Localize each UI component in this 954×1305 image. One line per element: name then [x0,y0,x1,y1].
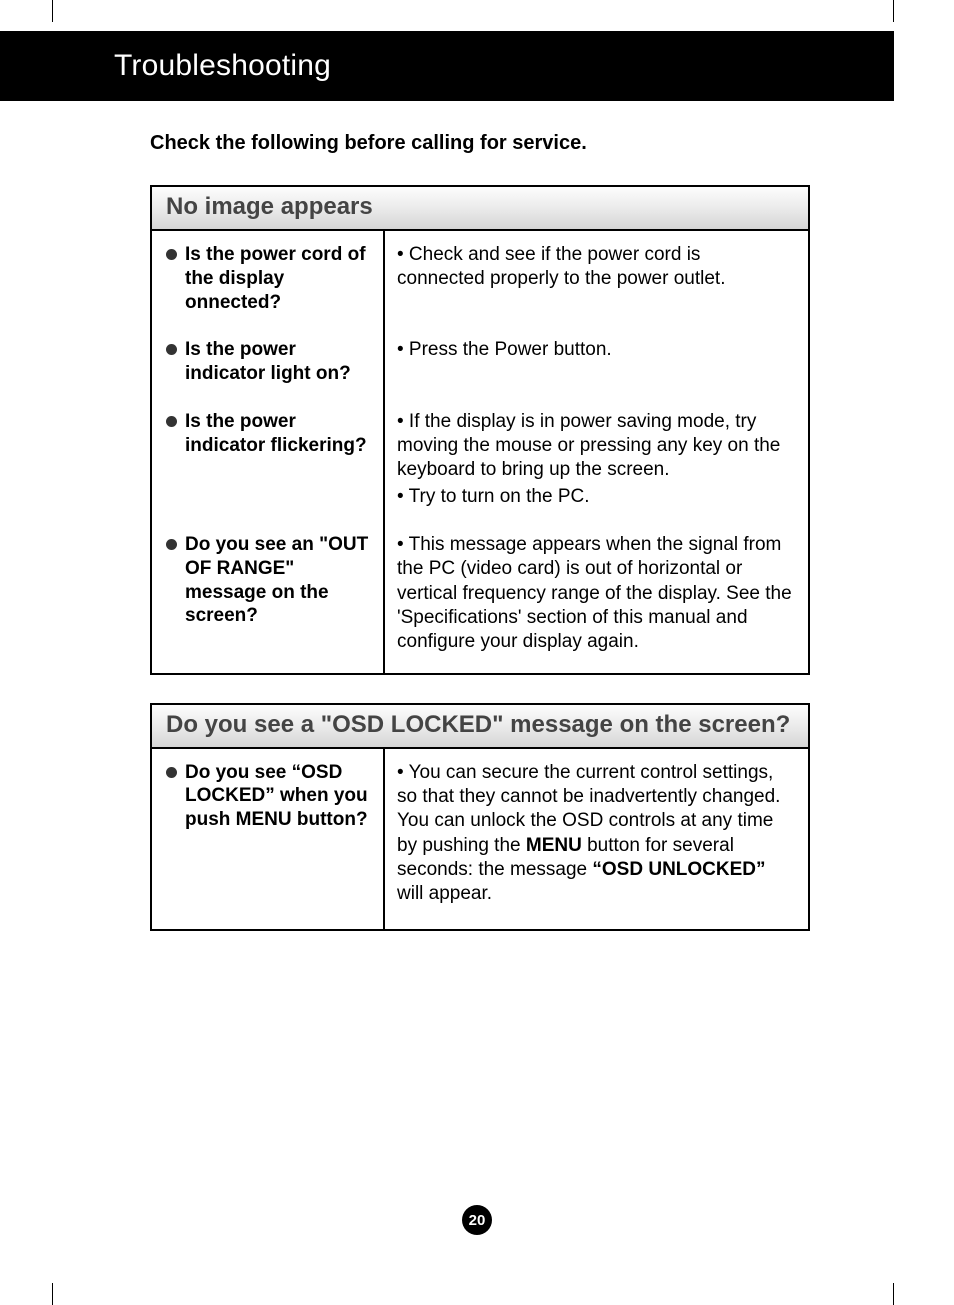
answer-text-post: will appear. [397,883,492,904]
table-row: Do you see an "OUT OF RANGE" message on … [152,521,808,673]
bullet-icon [166,767,177,778]
bullet-icon [166,416,177,427]
answer-text: • Press the Power button. [397,338,792,362]
bullet-icon [166,539,177,550]
crop-mark [893,1283,894,1305]
page-content: Check the following before calling for s… [150,132,810,959]
page-number: 20 [462,1205,492,1235]
question-cell: Is the power indicator flickering? [152,398,385,521]
answer-text: • This message appears when the signal f… [397,533,792,655]
answer-text-bold-menu: MENU [526,835,582,856]
question-text: Is the power indicator light on? [185,338,373,386]
troubleshoot-box-osd-locked: Do you see a "OSD LOCKED" message on the… [150,703,810,931]
intro-text: Check the following before calling for s… [150,132,810,155]
bullet-icon [166,344,177,355]
answer-cell: • If the display is in power saving mode… [385,398,808,521]
page-header: Troubleshooting [0,31,894,101]
question-cell: Do you see an "OUT OF RANGE" message on … [152,521,385,673]
crop-mark [52,0,53,22]
question-text: Do you see “OSD LOCKED” when you push ME… [185,761,373,832]
bullet-icon [166,249,177,260]
answer-text: • Check and see if the power cord is con… [397,243,792,292]
question-text: Do you see an "OUT OF RANGE" message on … [185,533,373,628]
question-cell: Do you see “OSD LOCKED” when you push ME… [152,749,385,929]
table-row: Is the power indicator flickering? • If … [152,398,808,521]
answer-cell: • Press the Power button. [385,326,808,398]
crop-mark [893,0,894,22]
page-title: Troubleshooting [114,49,331,83]
answer-cell: • You can secure the current control set… [385,749,808,929]
troubleshoot-box-no-image: No image appears Is the power cord of th… [150,185,810,675]
table-row: Is the power cord of the display onnecte… [152,231,808,326]
question-cell: Is the power cord of the display onnecte… [152,231,385,326]
crop-mark [52,1283,53,1305]
answer-text: • Try to turn on the PC. [397,485,792,509]
table-row: Do you see “OSD LOCKED” when you push ME… [152,749,808,929]
answer-text-bold-unlocked: “OSD UNLOCKED” [592,859,765,880]
question-text: Is the power cord of the display onnecte… [185,243,373,314]
answer-cell: • This message appears when the signal f… [385,521,808,673]
answer-cell: • Check and see if the power cord is con… [385,231,808,326]
question-text: Is the power indicator flickering? [185,410,373,458]
answer-text: • If the display is in power saving mode… [397,410,792,483]
box-title: No image appears [152,187,808,231]
table-row: Is the power indicator light on? • Press… [152,326,808,398]
question-cell: Is the power indicator light on? [152,326,385,398]
box-title: Do you see a "OSD LOCKED" message on the… [152,705,808,749]
